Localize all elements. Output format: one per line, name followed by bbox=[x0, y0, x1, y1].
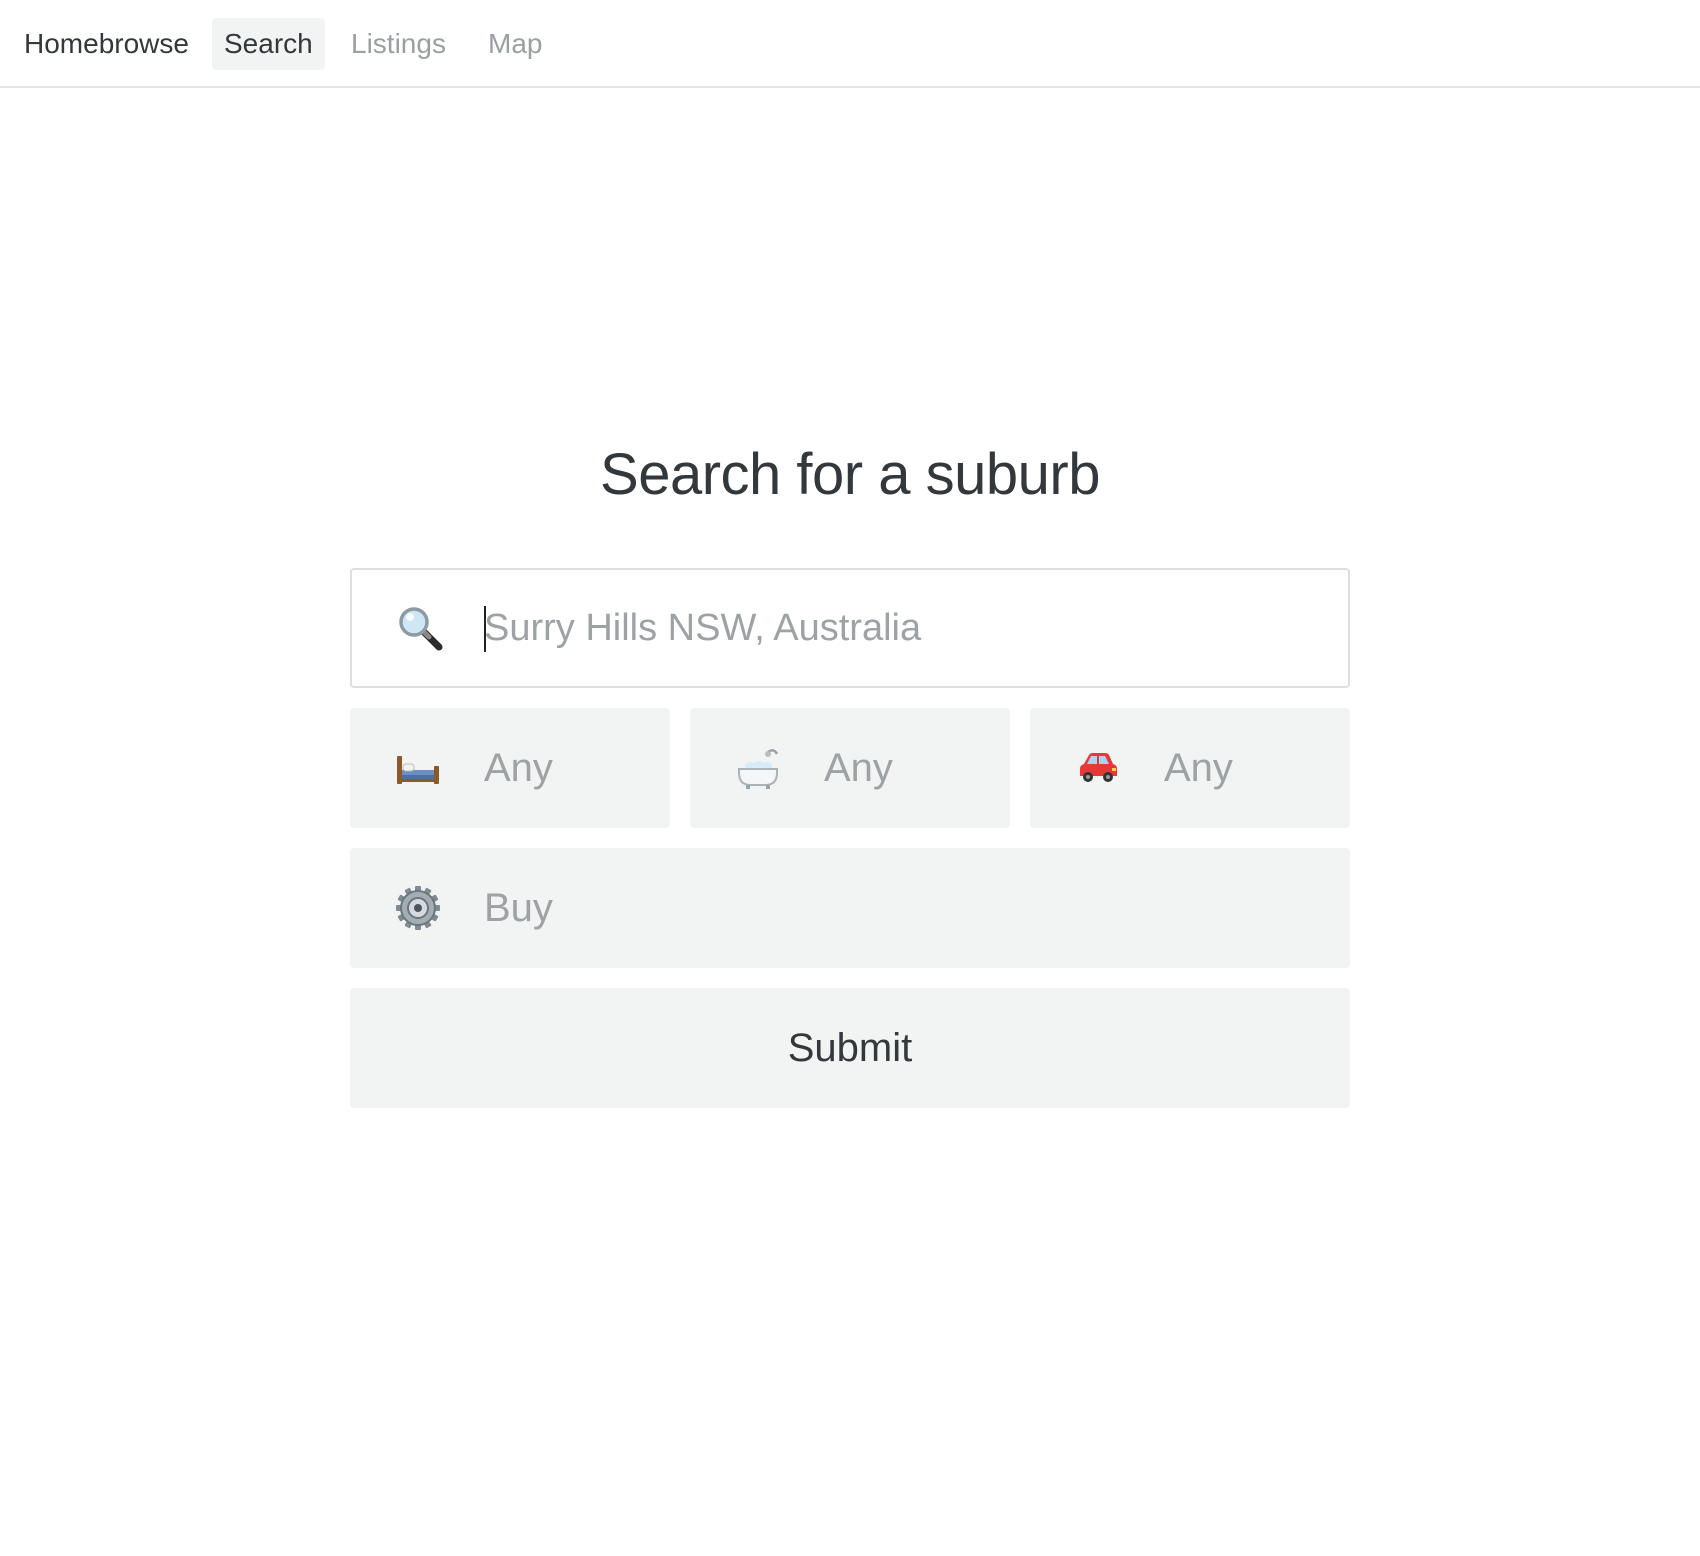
listing-type-value: Buy bbox=[484, 886, 553, 930]
top-navbar: Homebrowse Search Listings Map bbox=[0, 0, 1700, 88]
magnifier-icon bbox=[396, 604, 444, 652]
submit-button[interactable]: Submit bbox=[350, 988, 1350, 1108]
nav-item-search[interactable]: Search bbox=[212, 18, 325, 70]
car-icon bbox=[1074, 744, 1122, 792]
parking-value: Any bbox=[1164, 746, 1233, 790]
parking-select[interactable]: Any bbox=[1030, 708, 1350, 828]
bathtub-icon bbox=[734, 744, 782, 792]
bathrooms-select[interactable]: Any bbox=[690, 708, 1010, 828]
page-title: Search for a suburb bbox=[600, 442, 1100, 507]
nav-item-map[interactable]: Map bbox=[476, 18, 554, 70]
nav-item-listings[interactable]: Listings bbox=[339, 18, 458, 70]
suburb-search-field[interactable] bbox=[350, 568, 1350, 688]
bedrooms-select[interactable]: Any bbox=[350, 708, 670, 828]
listing-type-select[interactable]: Buy bbox=[350, 848, 1350, 968]
bedrooms-value: Any bbox=[484, 746, 553, 790]
brand-logo-text[interactable]: Homebrowse bbox=[24, 24, 189, 64]
gear-icon bbox=[394, 884, 442, 932]
bed-icon bbox=[394, 744, 442, 792]
text-caret bbox=[484, 606, 486, 652]
bathrooms-value: Any bbox=[824, 746, 893, 790]
suburb-search-input[interactable] bbox=[484, 590, 1304, 666]
